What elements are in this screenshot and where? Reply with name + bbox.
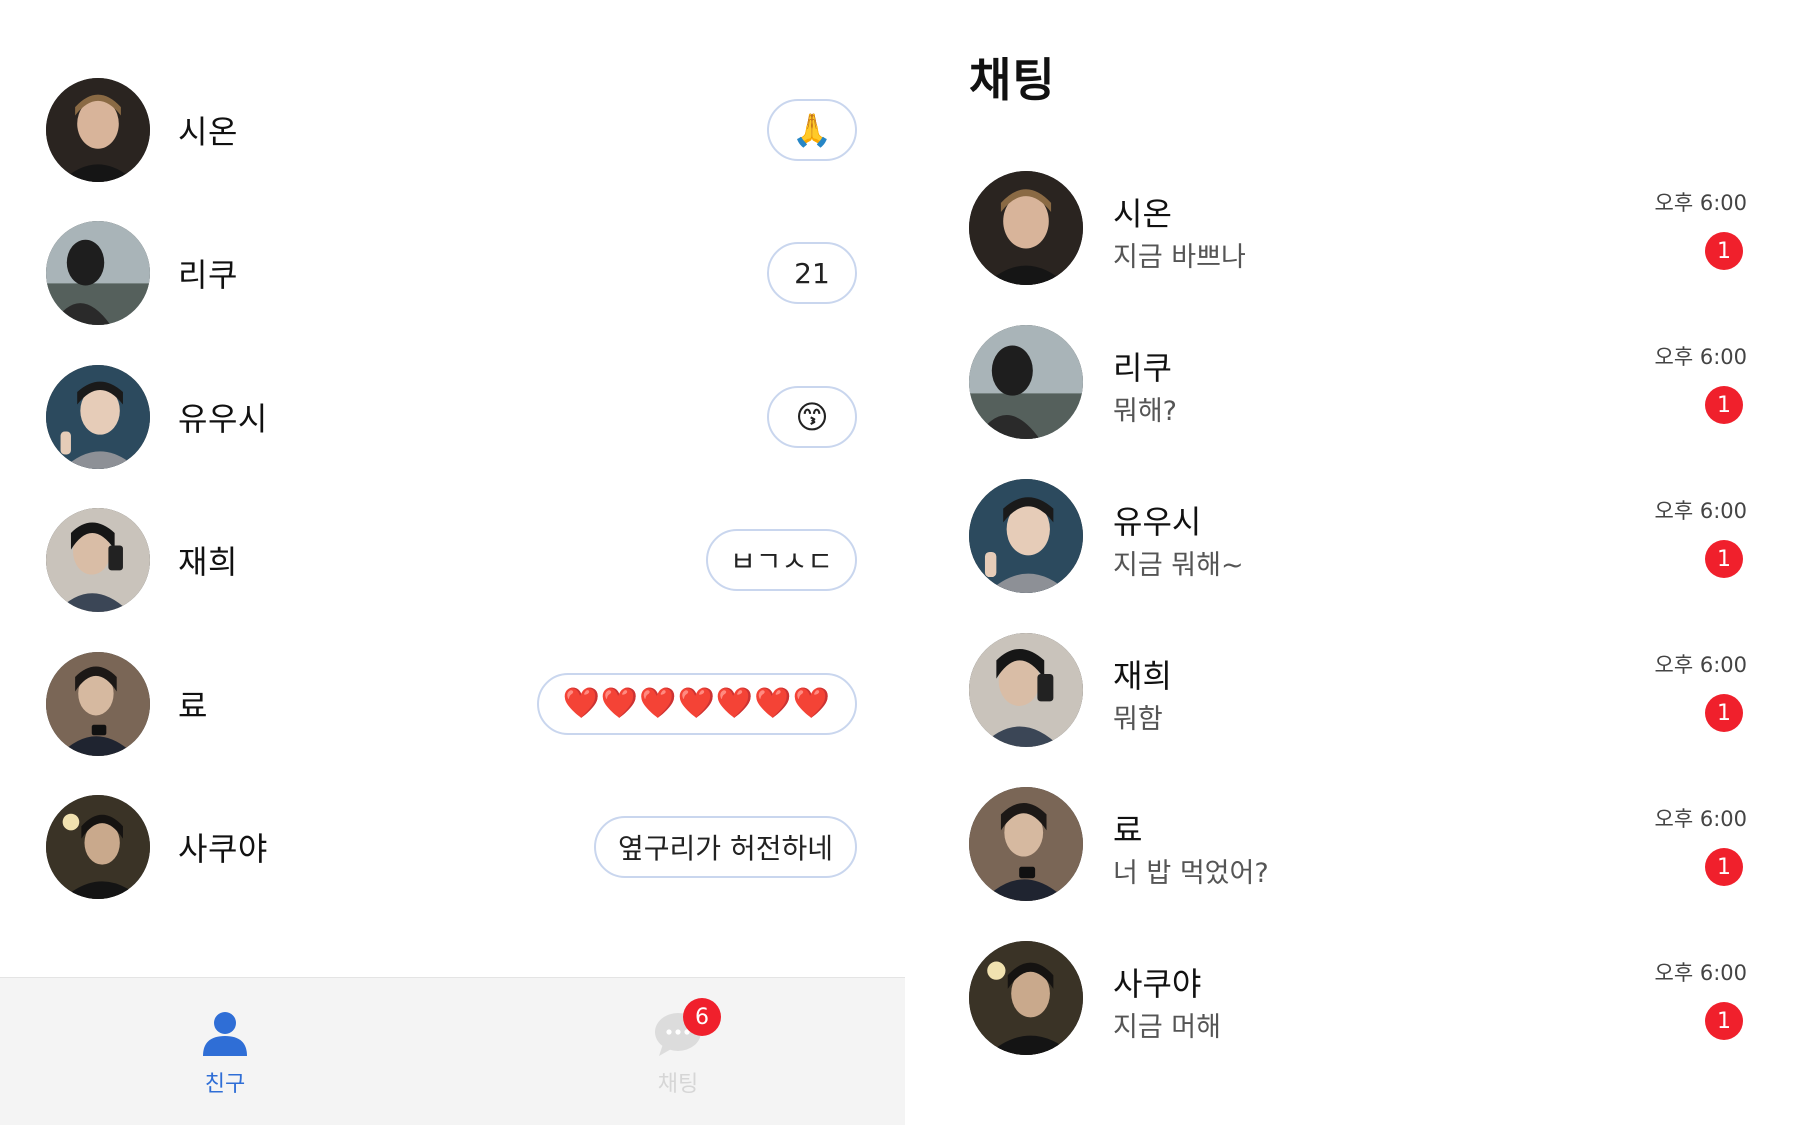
friend-row[interactable]: 리쿠 21: [0, 202, 905, 346]
page-title: 채팅: [969, 53, 1056, 107]
friend-name: 료: [178, 686, 208, 725]
friend-row[interactable]: 유우시 😙: [0, 345, 905, 489]
friend-row[interactable]: 료 ❤️❤️❤️❤️❤️❤️❤️: [0, 632, 905, 776]
chat-name: 사쿠야: [1113, 965, 1202, 1003]
avatar[interactable]: [969, 479, 1083, 593]
unread-badge: 1: [1705, 232, 1743, 270]
unread-badge: 1: [1705, 540, 1743, 578]
message-timestamp: 오후 6:00: [1654, 807, 1747, 831]
avatar[interactable]: [46, 651, 150, 756]
status-message-pill[interactable]: 21: [767, 242, 857, 305]
chat-name: 리쿠: [1113, 349, 1172, 387]
avatar[interactable]: [969, 171, 1083, 285]
message-timestamp: 오후 6:00: [1654, 345, 1747, 369]
person-icon: [203, 1012, 247, 1056]
avatar[interactable]: [969, 633, 1083, 747]
unread-badge: 1: [1705, 1002, 1743, 1040]
chat-list: 시온 지금 바쁘나 오후 6:00 1 리쿠 뭐해? 오후 6:00 1 유우시…: [905, 153, 1817, 1077]
avatar[interactable]: [969, 787, 1083, 901]
friend-name: 리쿠: [178, 256, 238, 295]
message-timestamp: 오후 6:00: [1654, 499, 1747, 523]
friend-row[interactable]: 재희 ㅂㄱㅅㄷ: [0, 489, 905, 633]
friend-name: 시온: [178, 112, 238, 151]
bottom-tab-bar: 친구 6 채팅: [0, 977, 905, 1125]
unread-badge: 1: [1705, 386, 1743, 424]
chat-row[interactable]: 료 너 밥 먹었어? 오후 6:00 1: [905, 769, 1817, 923]
chat-row[interactable]: 재희 뭐함 오후 6:00 1: [905, 615, 1817, 769]
chat-name: 재희: [1113, 657, 1172, 695]
friend-name: 사쿠야: [178, 830, 268, 869]
avatar[interactable]: [46, 795, 150, 900]
message-timestamp: 오후 6:00: [1654, 191, 1747, 215]
chat-screen: 채팅 시온 지금 바쁘나 오후 6:00 1 리쿠 뭐해? 오후 6:00 1 …: [905, 0, 1817, 1125]
friend-name: 유우시: [178, 399, 268, 438]
friend-row[interactable]: 시온 🙏: [0, 58, 905, 202]
status-message-pill[interactable]: ❤️❤️❤️❤️❤️❤️❤️: [536, 672, 857, 735]
tab-chat[interactable]: 6 채팅: [578, 978, 778, 1125]
last-message-preview: 뭐해?: [1113, 396, 1178, 427]
last-message-preview: 너 밥 먹었어?: [1113, 858, 1269, 889]
friend-name: 재희: [178, 543, 238, 582]
last-message-preview: 지금 바쁘나: [1113, 242, 1246, 273]
avatar[interactable]: [969, 941, 1083, 1055]
avatar[interactable]: [46, 364, 150, 469]
tab-chat-label: 채팅: [657, 1072, 699, 1097]
friend-row[interactable]: 사쿠야 옆구리가 허전하네: [0, 776, 905, 920]
chat-name: 료: [1113, 811, 1143, 849]
chat-row[interactable]: 시온 지금 바쁘나 오후 6:00 1: [905, 153, 1817, 307]
unread-count-badge: 6: [683, 998, 721, 1036]
chat-row[interactable]: 리쿠 뭐해? 오후 6:00 1: [905, 307, 1817, 461]
unread-badge: 1: [1705, 848, 1743, 886]
avatar[interactable]: [969, 325, 1083, 439]
avatar[interactable]: [46, 508, 150, 613]
message-timestamp: 오후 6:00: [1654, 961, 1747, 985]
status-message-pill[interactable]: ㅂㄱㅅㄷ: [705, 529, 857, 592]
friends-screen: 시온 🙏 리쿠 21 유우시 😙 재희 ㅂㄱㅅㄷ 료 ❤️❤️❤️❤️❤️❤️❤…: [0, 0, 905, 1125]
status-message-pill[interactable]: 옆구리가 허전하네: [594, 816, 857, 879]
status-message-pill[interactable]: 🙏: [767, 98, 857, 161]
last-message-preview: 지금 뭐해~: [1113, 550, 1244, 581]
avatar[interactable]: [46, 221, 150, 326]
status-message-pill[interactable]: 😙: [767, 385, 857, 448]
tab-friends[interactable]: 친구: [125, 978, 325, 1125]
chat-row[interactable]: 유우시 지금 뭐해~ 오후 6:00 1: [905, 461, 1817, 615]
last-message-preview: 지금 머해: [1113, 1012, 1221, 1043]
chat-name: 시온: [1113, 195, 1172, 233]
friend-list: 시온 🙏 리쿠 21 유우시 😙 재희 ㅂㄱㅅㄷ 료 ❤️❤️❤️❤️❤️❤️❤…: [0, 58, 905, 919]
chat-name: 유우시: [1113, 503, 1202, 541]
message-timestamp: 오후 6:00: [1654, 653, 1747, 677]
tab-friends-label: 친구: [204, 1072, 246, 1097]
avatar[interactable]: [46, 77, 150, 182]
last-message-preview: 뭐함: [1113, 704, 1163, 735]
unread-badge: 1: [1705, 694, 1743, 732]
chat-row[interactable]: 사쿠야 지금 머해 오후 6:00 1: [905, 923, 1817, 1077]
